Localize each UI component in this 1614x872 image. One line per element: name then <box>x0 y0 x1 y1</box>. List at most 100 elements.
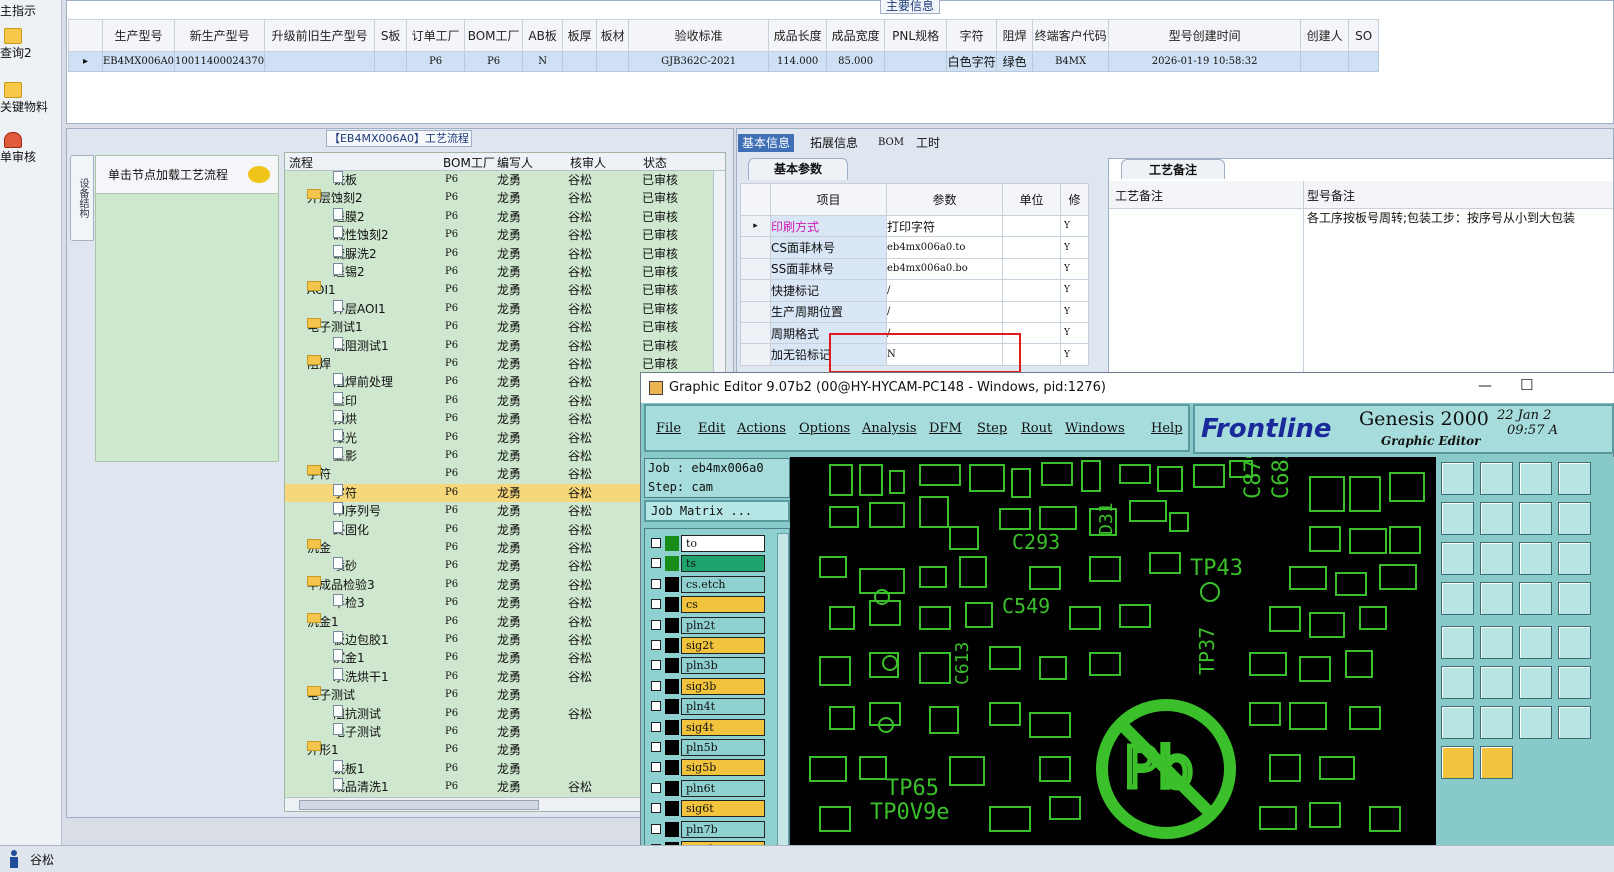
tree-row[interactable]: 外层AOI1 P6 龙勇 谷松 已审核 <box>285 299 715 318</box>
param-value[interactable]: 打印字符 <box>886 214 1003 238</box>
snap-icon[interactable] <box>1558 542 1591 575</box>
param-value[interactable]: eb4mx006a0.to <box>886 236 1003 259</box>
layer-name[interactable]: sig4t <box>681 718 765 736</box>
layer-checkbox[interactable] <box>651 701 661 712</box>
column-header[interactable]: 成品宽度 <box>826 19 886 52</box>
layer-row[interactable]: pln3b <box>649 657 767 675</box>
row-selector-header[interactable] <box>68 19 103 52</box>
cross-icon[interactable] <box>1441 626 1474 659</box>
tree-row[interactable]: 退膜2 P6 龙勇 谷松 已审核 <box>285 207 715 226</box>
zoom-in-icon[interactable] <box>1441 502 1474 535</box>
column-header[interactable]: AB板 <box>522 19 564 52</box>
layer-color-swatch[interactable] <box>665 597 679 613</box>
param-item[interactable]: SS面菲林号 <box>770 257 887 281</box>
center-icon[interactable] <box>1558 502 1591 535</box>
tree-row[interactable]: 碱性蚀刻2 P6 龙勇 谷松 已审核 <box>285 226 715 244</box>
tree-row[interactable]: 硫脲洗2 P6 龙勇 谷松 已审核 <box>285 244 715 263</box>
param-flag[interactable]: Y <box>1060 214 1089 238</box>
layer-name[interactable]: cs.etch <box>681 575 765 593</box>
layer-name[interactable]: pln3b <box>681 657 765 675</box>
layer-color-swatch[interactable] <box>665 536 679 551</box>
save-icon[interactable] <box>1441 462 1474 495</box>
table-cell[interactable]: 85.000 <box>826 51 886 72</box>
tree-row[interactable]: 铣板 P6 龙勇 谷松 已审核 <box>285 171 715 189</box>
table-cell[interactable]: N <box>522 51 564 72</box>
column-header[interactable]: 板材 <box>596 19 630 52</box>
tab-work-hours[interactable]: 工时 <box>912 134 944 152</box>
layer-color-swatch[interactable] <box>665 638 679 653</box>
param-item[interactable]: CS面菲林号 <box>770 236 887 259</box>
param-row[interactable]: CS面菲林号 eb4mx006a0.to Y <box>740 236 1089 259</box>
param-item[interactable]: 印刷方式 <box>770 214 887 238</box>
vertical-tab-equipment[interactable]: 设备结构 <box>70 155 94 241</box>
layer-row[interactable]: cs <box>649 596 767 614</box>
point-icon[interactable] <box>1480 626 1513 659</box>
param-unit[interactable] <box>1002 236 1061 259</box>
param-row[interactable]: 生产周期位置 / Y <box>740 300 1089 323</box>
flip-icon[interactable] <box>1480 666 1513 699</box>
column-header[interactable]: BOM工厂 <box>443 154 495 171</box>
layer-checkbox[interactable] <box>651 660 661 671</box>
layer-name[interactable]: cs <box>681 596 765 614</box>
text-icon[interactable] <box>1519 666 1552 699</box>
line-icon[interactable] <box>1558 626 1591 659</box>
param-flag[interactable]: Y <box>1060 343 1089 366</box>
tab-extended-info[interactable]: 拓展信息 <box>806 134 862 152</box>
zoom-out-icon[interactable] <box>1558 462 1591 495</box>
table-cell[interactable] <box>1348 51 1380 72</box>
table-cell[interactable]: P6 <box>464 51 524 72</box>
param-flag[interactable]: Y <box>1060 257 1089 281</box>
nav-item-instructions[interactable]: 主指示 <box>0 2 62 19</box>
column-header[interactable]: 单位 <box>1002 183 1061 216</box>
column-header[interactable]: 生产型号 <box>101 19 176 52</box>
layer-name[interactable]: sig3b <box>681 677 765 695</box>
param-unit[interactable] <box>1002 257 1061 281</box>
minimize-icon[interactable]: — <box>1478 378 1492 394</box>
node-icon[interactable] <box>1558 582 1591 615</box>
table-cell[interactable] <box>374 51 408 72</box>
layer-checkbox[interactable] <box>651 538 661 548</box>
layer-row[interactable]: sig2t <box>649 637 767 654</box>
grid-icon[interactable] <box>1519 542 1552 575</box>
tree-row[interactable]: −电子测试1 P6 龙勇 谷松 已审核 <box>285 318 715 336</box>
layer-name[interactable]: sig5b <box>681 759 765 777</box>
fit-icon[interactable] <box>1519 502 1552 535</box>
layer-name[interactable]: pln6t <box>681 779 765 797</box>
layer-color-swatch[interactable] <box>665 658 679 674</box>
home-icon[interactable] <box>1519 462 1552 495</box>
param-flag[interactable]: Y <box>1060 321 1089 345</box>
column-header[interactable]: SO <box>1348 19 1380 52</box>
layer-row[interactable]: sig6t <box>649 800 767 818</box>
menu-file[interactable]: File <box>656 421 681 436</box>
cursor-icon[interactable] <box>1558 706 1591 739</box>
layer-color-swatch[interactable] <box>665 719 679 735</box>
triangle-icon[interactable] <box>1441 706 1474 739</box>
column-header[interactable]: 参数 <box>886 183 1003 216</box>
param-value[interactable]: / <box>886 279 1003 302</box>
param-value[interactable]: / <box>886 300 1003 323</box>
layer-color-swatch[interactable] <box>665 678 679 694</box>
layer-color-swatch[interactable] <box>665 740 679 755</box>
column-header[interactable]: 修 <box>1060 183 1089 216</box>
menu-rout[interactable]: Rout <box>1021 421 1052 436</box>
layer-checkbox[interactable] <box>651 782 661 793</box>
layer-name[interactable]: pln7b <box>681 820 765 838</box>
shape-icon[interactable] <box>1480 582 1513 615</box>
layer-checkbox[interactable] <box>651 762 661 773</box>
table-cell[interactable]: 绿色 <box>996 51 1034 72</box>
table-cell[interactable]: 10011400024370 <box>174 51 266 72</box>
layer-color-swatch[interactable] <box>665 576 679 592</box>
table-cell[interactable] <box>264 51 376 72</box>
pcb-graphic-canvas[interactable]: C879 C683 D31 C293 TP43 C549 TP37 C613 T… <box>790 457 1436 872</box>
angle-icon[interactable] <box>1519 626 1552 659</box>
menu-windows[interactable]: Windows <box>1065 421 1125 436</box>
menu-options[interactable]: Options <box>799 421 850 436</box>
layer-color-swatch[interactable] <box>665 556 679 572</box>
layer-row[interactable]: pln7b <box>649 820 767 838</box>
table-cell[interactable]: B4MX <box>1032 51 1110 72</box>
column-header[interactable]: 核审人 <box>570 154 606 171</box>
poly-fill-icon[interactable] <box>1519 706 1552 739</box>
nav-item-key-material[interactable]: 关键物料 <box>0 82 62 115</box>
menu-analysis[interactable]: Analysis <box>862 421 917 436</box>
layer-name[interactable]: pln4t <box>681 698 765 716</box>
